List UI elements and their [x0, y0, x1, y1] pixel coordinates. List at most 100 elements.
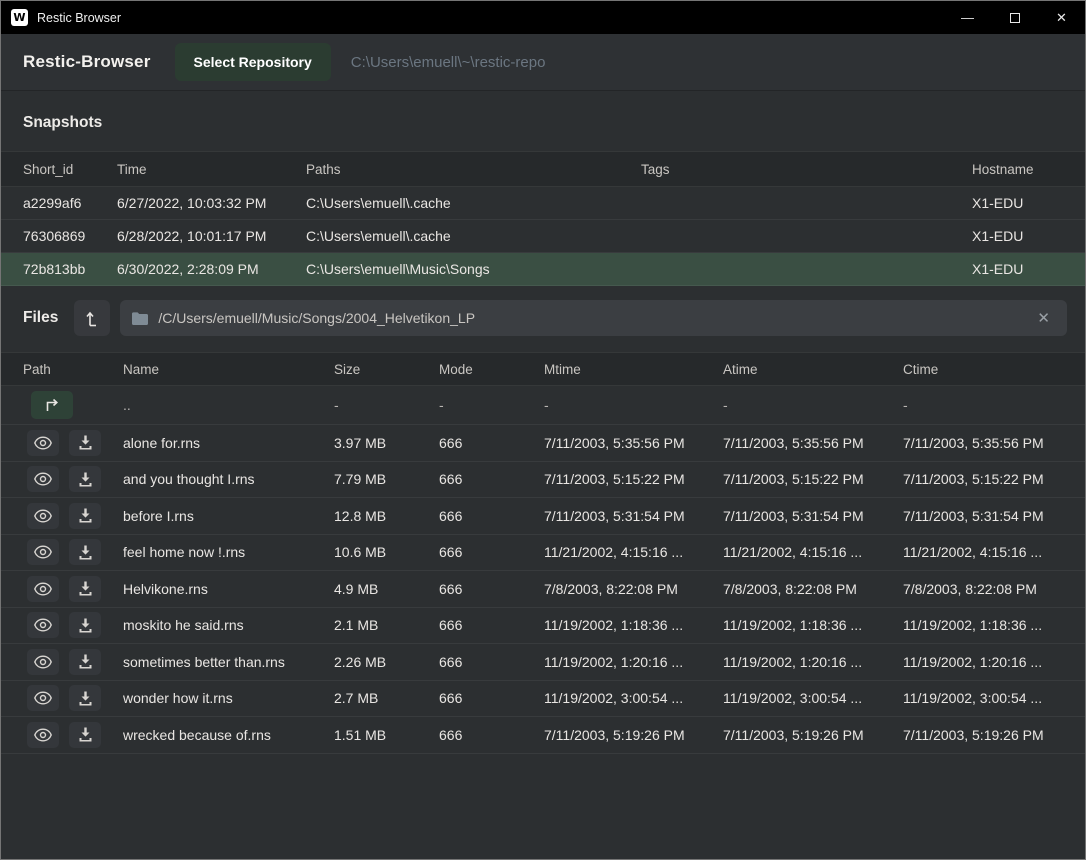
file-atime: 11/19/2002, 1:20:16 ...: [723, 654, 903, 670]
dump-file-button[interactable]: [69, 466, 101, 492]
file-size: 10.6 MB: [334, 544, 439, 560]
files-bar: Files /C/Users/emuell/Music/Songs/2004_H…: [23, 300, 1067, 336]
window-title: Restic Browser: [37, 11, 121, 25]
file-mtime: 11/19/2002, 1:18:36 ...: [544, 617, 723, 633]
file-mtime: 7/8/2003, 8:22:08 PM: [544, 581, 723, 597]
file-ctime: -: [903, 397, 1085, 413]
file-mode: 666: [439, 654, 544, 670]
snapshot-row[interactable]: 76306869 6/28/2022, 10:01:17 PM C:\Users…: [1, 220, 1085, 253]
file-ctime: 7/11/2003, 5:31:54 PM: [903, 508, 1085, 524]
file-mode: 666: [439, 471, 544, 487]
file-row: wrecked because of.rns 1.51 MB 666 7/11/…: [1, 717, 1085, 754]
file-mode: 666: [439, 581, 544, 597]
snapshot-row[interactable]: a2299af6 6/27/2022, 10:03:32 PM C:\Users…: [1, 187, 1085, 220]
download-icon: [78, 654, 93, 669]
file-name: alone for.rns: [123, 435, 334, 451]
file-row: wonder how it.rns 2.7 MB 666 11/19/2002,…: [1, 681, 1085, 718]
file-ctime: 11/19/2002, 1:18:36 ...: [903, 617, 1085, 633]
file-mtime: 7/11/2003, 5:15:22 PM: [544, 471, 723, 487]
file-ctime: 7/11/2003, 5:35:56 PM: [903, 435, 1085, 451]
dump-file-button[interactable]: [69, 722, 101, 748]
file-ctime: 7/8/2003, 8:22:08 PM: [903, 581, 1085, 597]
view-file-button[interactable]: [27, 722, 59, 748]
file-name: moskito he said.rns: [123, 617, 334, 633]
column-header-hostname: Hostname: [972, 162, 1085, 177]
clear-icon: ✕: [1037, 310, 1050, 327]
file-size: 7.79 MB: [334, 471, 439, 487]
current-path-input[interactable]: /C/Users/emuell/Music/Songs/2004_Helveti…: [120, 300, 1067, 336]
snapshot-time: 6/27/2022, 10:03:32 PM: [117, 195, 306, 211]
view-file-button[interactable]: [27, 503, 59, 529]
maximize-button[interactable]: [991, 1, 1038, 34]
app-window: W Restic Browser — ✕ Restic-Browser Sele…: [0, 0, 1086, 860]
clear-path-button[interactable]: ✕: [1028, 305, 1059, 331]
eye-icon: [34, 691, 52, 705]
download-icon: [78, 508, 93, 523]
file-row: moskito he said.rns 2.1 MB 666 11/19/200…: [1, 608, 1085, 645]
file-size: 1.51 MB: [334, 727, 439, 743]
dump-file-button[interactable]: [69, 503, 101, 529]
view-file-button[interactable]: [27, 576, 59, 602]
snapshot-time: 6/28/2022, 10:01:17 PM: [117, 228, 306, 244]
file-name: and you thought I.rns: [123, 471, 334, 487]
file-mtime: 7/11/2003, 5:31:54 PM: [544, 508, 723, 524]
minimize-button[interactable]: —: [944, 1, 991, 34]
file-row: alone for.rns 3.97 MB 666 7/11/2003, 5:3…: [1, 425, 1085, 462]
app-title: Restic-Browser: [23, 52, 151, 72]
dump-file-button[interactable]: [69, 430, 101, 456]
snapshots-table-header: Short_id Time Paths Tags Hostname: [1, 151, 1085, 187]
download-icon: [78, 581, 93, 596]
file-atime: 7/11/2003, 5:15:22 PM: [723, 471, 903, 487]
file-mode: 666: [439, 690, 544, 706]
up-directory-icon: [43, 398, 61, 412]
dump-file-button[interactable]: [69, 539, 101, 565]
snapshot-hostname: X1-EDU: [972, 228, 1085, 244]
file-mtime: 11/21/2002, 4:15:16 ...: [544, 544, 723, 560]
eye-icon: [34, 509, 52, 523]
view-file-button[interactable]: [27, 430, 59, 456]
go-up-level-button[interactable]: [74, 300, 110, 336]
titlebar: W Restic Browser — ✕: [1, 1, 1085, 34]
view-file-button[interactable]: [27, 466, 59, 492]
file-atime: 7/8/2003, 8:22:08 PM: [723, 581, 903, 597]
file-mode: 666: [439, 617, 544, 633]
file-size: 2.1 MB: [334, 617, 439, 633]
file-row: feel home now !.rns 10.6 MB 666 11/21/20…: [1, 535, 1085, 572]
view-file-button[interactable]: [27, 612, 59, 638]
snapshot-row-selected[interactable]: 72b813bb 6/30/2022, 2:28:09 PM C:\Users\…: [1, 253, 1085, 286]
snapshot-hostname: X1-EDU: [972, 261, 1085, 277]
download-icon: [78, 691, 93, 706]
snapshot-paths: C:\Users\emuell\.cache: [306, 228, 641, 244]
select-repository-button[interactable]: Select Repository: [175, 43, 331, 81]
file-ctime: 11/19/2002, 1:20:16 ...: [903, 654, 1085, 670]
file-ctime: 7/11/2003, 5:15:22 PM: [903, 471, 1085, 487]
view-file-button[interactable]: [27, 539, 59, 565]
go-parent-directory-button[interactable]: [31, 391, 73, 419]
dump-file-button[interactable]: [69, 576, 101, 602]
download-icon: [78, 435, 93, 450]
file-name: feel home now !.rns: [123, 544, 334, 560]
download-icon: [78, 618, 93, 633]
file-ctime: 11/21/2002, 4:15:16 ...: [903, 544, 1085, 560]
dump-file-button[interactable]: [69, 649, 101, 675]
file-mtime: 11/19/2002, 1:20:16 ...: [544, 654, 723, 670]
column-header-paths: Paths: [306, 162, 641, 177]
eye-icon: [34, 618, 52, 632]
file-name: sometimes better than.rns: [123, 654, 334, 670]
column-header-mode: Mode: [439, 362, 544, 377]
column-header-ctime: Ctime: [903, 362, 1085, 377]
repository-path: C:\Users\emuell\~\restic-repo: [351, 54, 546, 71]
dump-file-button[interactable]: [69, 685, 101, 711]
file-size: 4.9 MB: [334, 581, 439, 597]
minimize-icon: —: [961, 10, 974, 25]
view-file-button[interactable]: [27, 649, 59, 675]
file-atime: 11/19/2002, 3:00:54 ...: [723, 690, 903, 706]
empty-area: [1, 754, 1085, 860]
close-button[interactable]: ✕: [1038, 1, 1085, 34]
column-header-size: Size: [334, 362, 439, 377]
close-icon: ✕: [1056, 10, 1067, 26]
file-atime: 7/11/2003, 5:19:26 PM: [723, 727, 903, 743]
dump-file-button[interactable]: [69, 612, 101, 638]
view-file-button[interactable]: [27, 685, 59, 711]
app-logo-icon: W: [11, 9, 28, 26]
